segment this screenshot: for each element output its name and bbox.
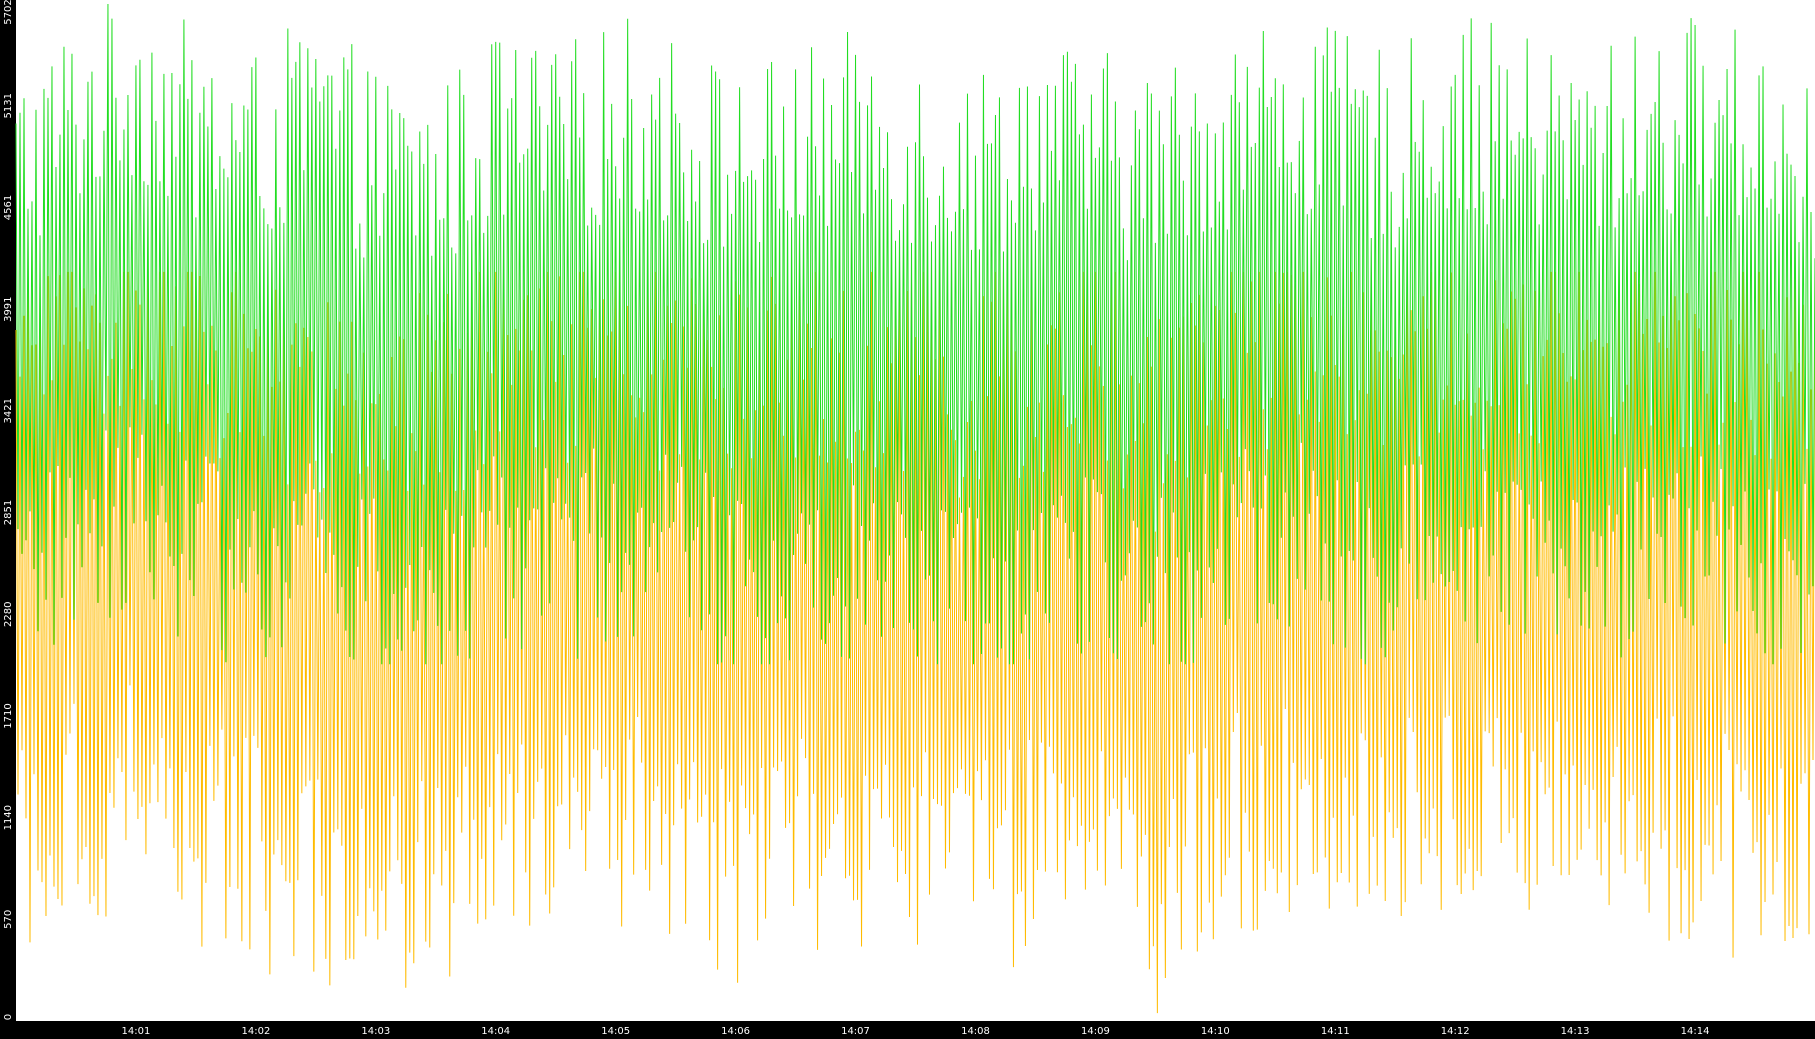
y-tick-labels: 0 570 1140 1710 2280 2851 3421 3991 4561 5131 5702: [3, 0, 14, 1020]
y-tick-label: 2280: [3, 602, 14, 627]
series-line-1: [15, 271, 1815, 1014]
y-tick-label: 3991: [3, 296, 14, 321]
y-tick-label: 1710: [3, 703, 14, 728]
x-tick-label: 14:01: [121, 1026, 150, 1037]
x-tick-label: 14:11: [1321, 1026, 1350, 1037]
x-tick-labels: 14:01 14:02 14:03 14:04 14:05 14:06 14:07 14:08…: [121, 1026, 1709, 1037]
y-tick-label: 4561: [3, 195, 14, 220]
x-tick-label: 14:08: [961, 1026, 990, 1037]
plot-svg: 0 570 1140 1710 2280 2851 3421 3991 4561 5131 5702…: [3, 0, 1815, 1037]
y-tick-label: 570: [3, 910, 14, 929]
x-tick-label: 14:04: [481, 1026, 510, 1037]
y-tick-label: 5702: [3, 0, 14, 25]
y-tick-label: 2851: [3, 500, 14, 525]
y-tick-label: 3421: [3, 398, 14, 423]
x-tick-label: 14:07: [841, 1026, 870, 1037]
x-tick-label: 14:14: [1681, 1026, 1710, 1037]
x-tick-label: 14:10: [1201, 1026, 1230, 1037]
series-line-0: [15, 3, 1815, 665]
x-tick-label: 14:13: [1561, 1026, 1590, 1037]
x-tick-label: 14:12: [1441, 1026, 1470, 1037]
series-layer: [15, 3, 1815, 1014]
x-tick-label: 14:03: [361, 1026, 390, 1037]
x-tick-label: 14:02: [241, 1026, 270, 1037]
x-tick-label: 14:05: [601, 1026, 630, 1037]
y-tick-label: 1140: [3, 805, 14, 830]
x-tick-label: 14:09: [1081, 1026, 1110, 1037]
x-tick-label: 14:06: [721, 1026, 750, 1037]
y-tick-label: 5131: [3, 93, 14, 118]
y-tick-label: 0: [3, 1014, 14, 1020]
chart-area: 0 570 1140 1710 2280 2851 3421 3991 4561 5131 5702…: [0, 0, 1815, 1039]
